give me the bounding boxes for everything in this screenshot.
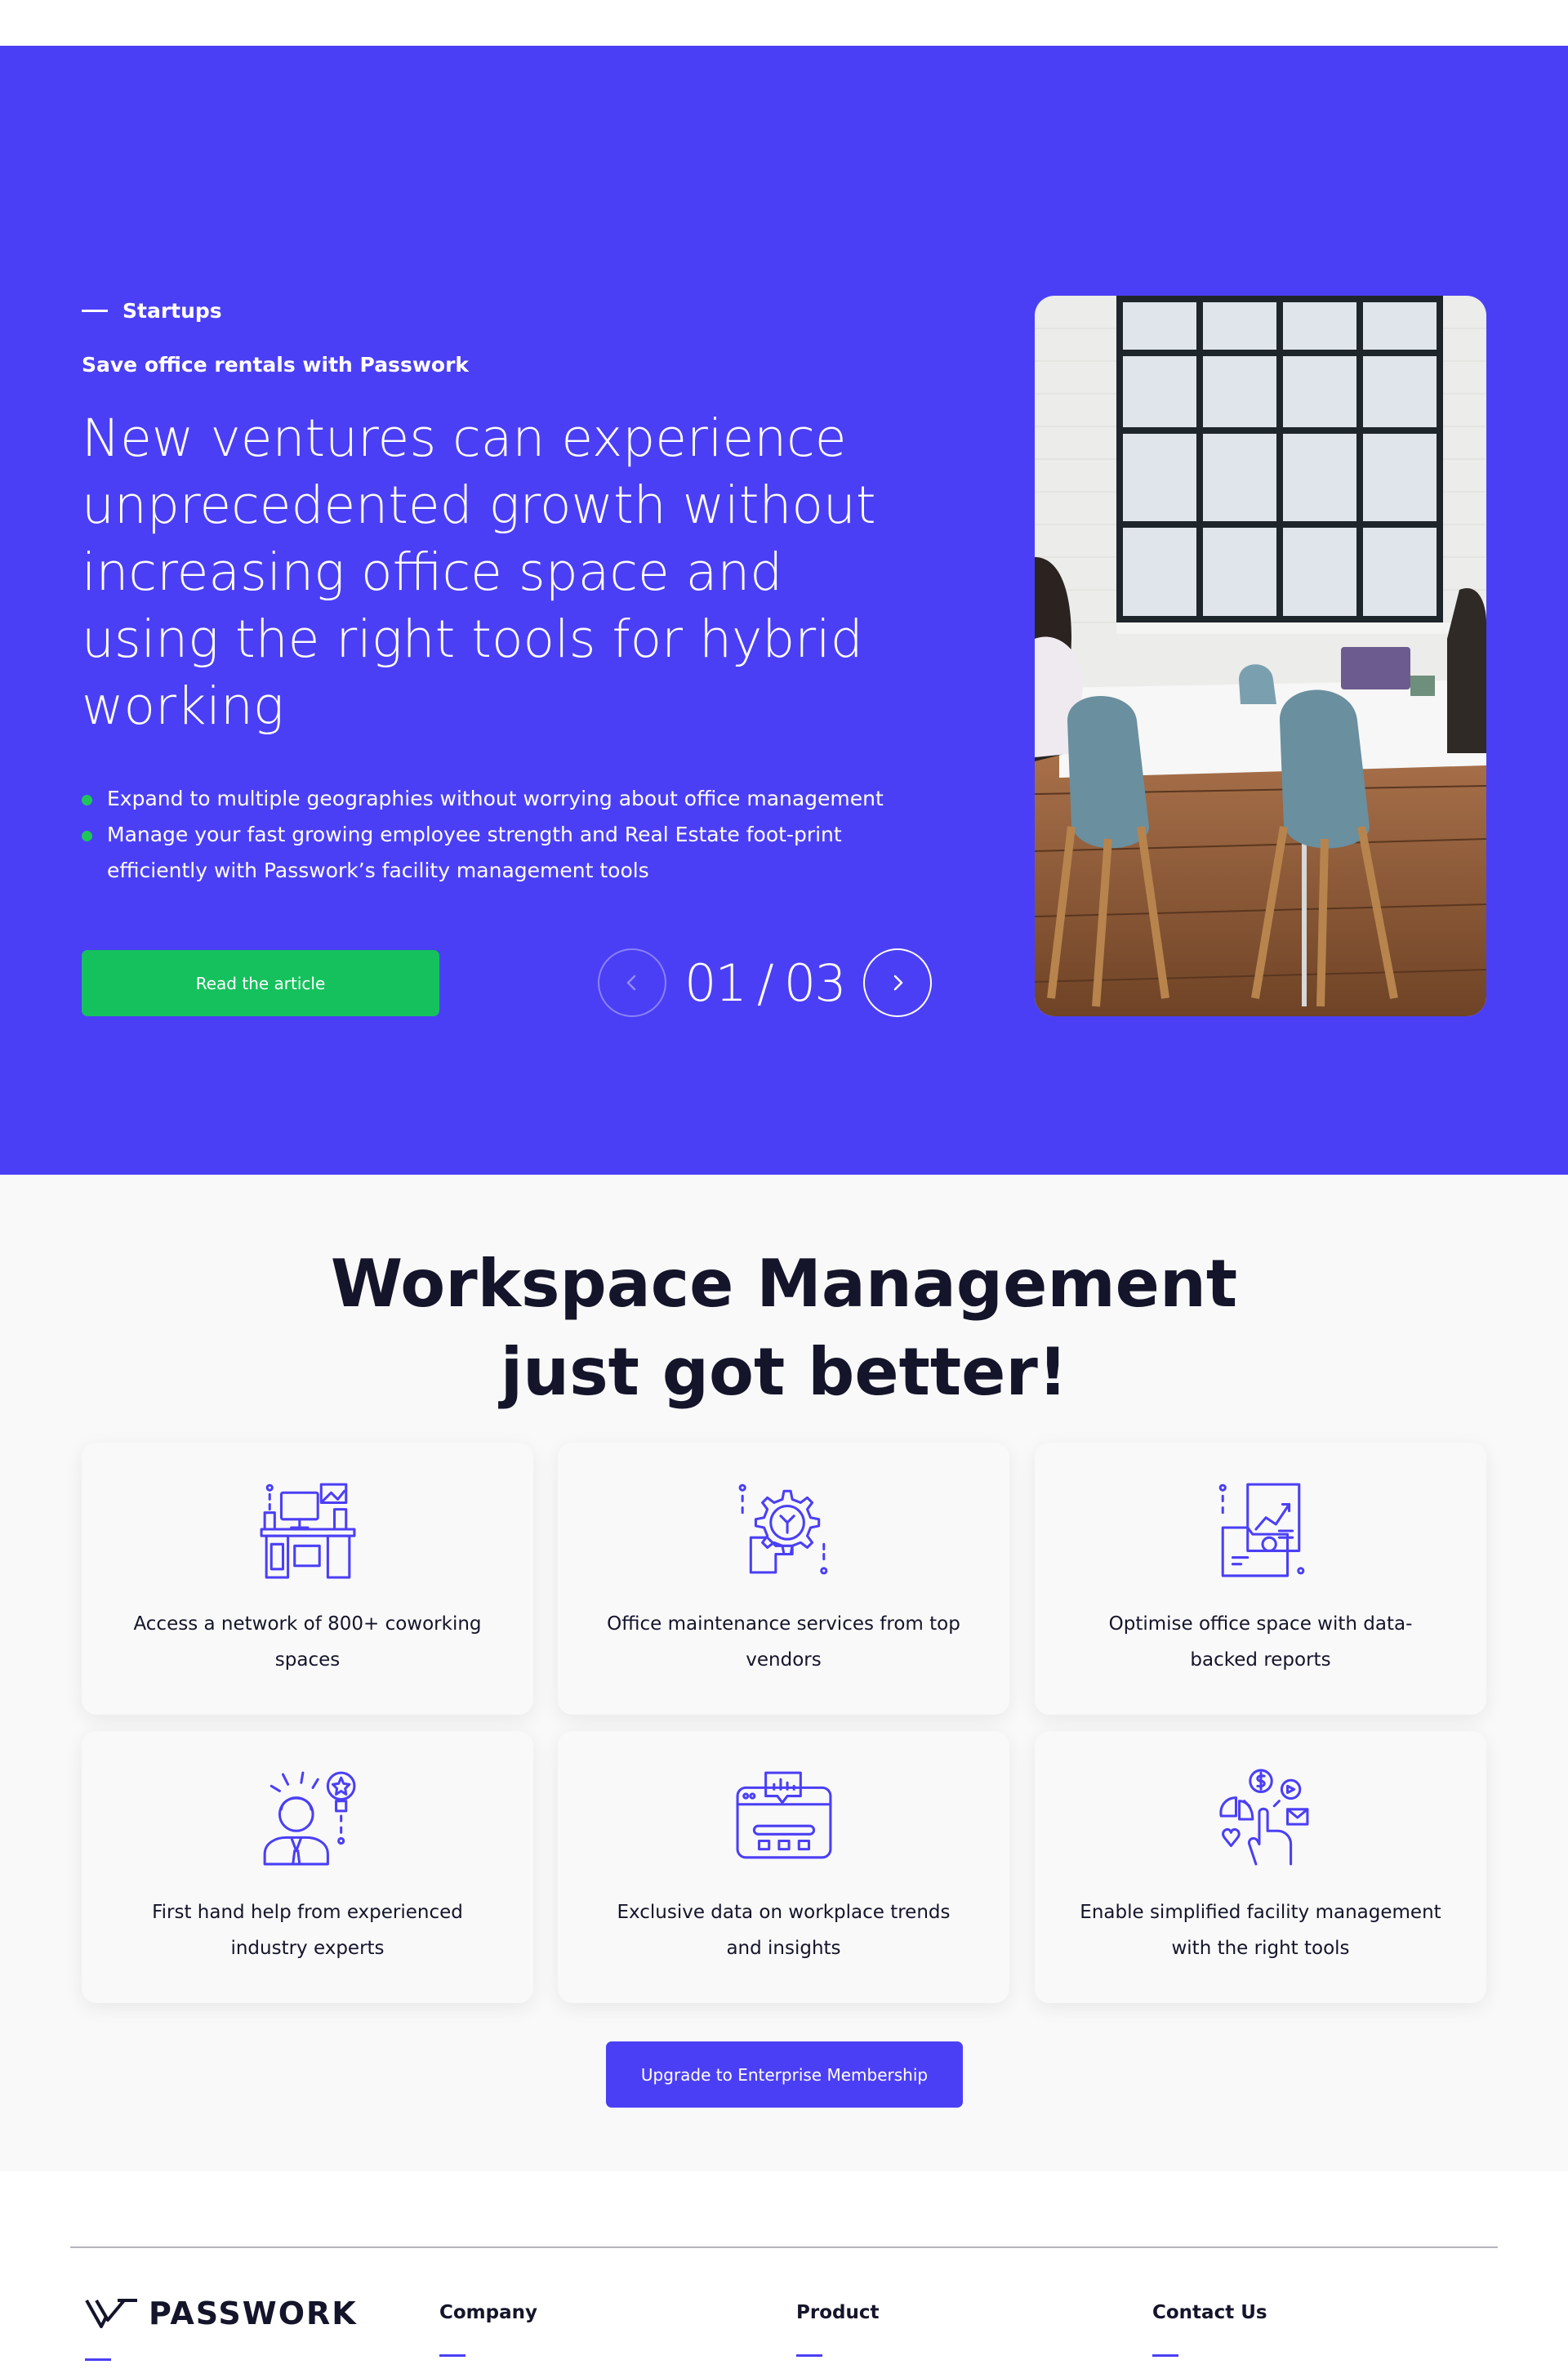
feature-card-text: Optimise office space with data-backed r…	[1108, 1613, 1413, 1671]
tag-dash	[82, 310, 108, 312]
features-title-line: Workspace Management	[330, 1246, 1238, 1322]
hero-bullet-text: Expand to multiple geographies without w…	[107, 787, 884, 810]
hero-headline: New ventures can experience unprecedente…	[82, 408, 876, 736]
footer-column-product: Product	[796, 2302, 879, 2357]
hero-bullet-text: Manage your fast growing employee streng…	[107, 823, 842, 882]
top-strip	[0, 0, 1568, 46]
bullet-dot	[82, 831, 92, 841]
next-slide-button[interactable]	[862, 948, 932, 1017]
footer-divider	[70, 2246, 1498, 2248]
slide-pager: 01 / 03	[598, 948, 932, 1017]
features-title-line: just got better!	[500, 1334, 1068, 1410]
footer: PASSWORK Company Product Contact Us	[0, 2171, 1568, 2378]
office-photo	[1035, 296, 1486, 1016]
feature-card: First hand help from experienced industr…	[82, 1731, 533, 2003]
brand-name: PASSWORK	[149, 2295, 358, 2331]
feature-card-text: First hand help from experienced industr…	[152, 1902, 463, 1959]
slide-counter: 01 / 03	[684, 953, 847, 1013]
slide-separator: /	[756, 953, 774, 1013]
workstation-desk-icon	[260, 1483, 356, 1579]
maintenance-gear-icon	[738, 1483, 828, 1575]
prev-slide-button[interactable]	[598, 948, 666, 1017]
hero-tag: Startups	[82, 299, 222, 323]
hero-bullet: Manage your fast growing employee streng…	[82, 817, 906, 889]
brand-underline	[85, 2358, 111, 2361]
footer-column-company: Company	[439, 2302, 537, 2357]
footer-column-underline	[439, 2354, 466, 2357]
feature-card: Exclusive data on workplace trends and i…	[558, 1731, 1009, 2003]
feature-card-text: Exclusive data on workplace trends and i…	[617, 1902, 951, 1959]
footer-column-title[interactable]: Contact Us	[1152, 2302, 1267, 2323]
passwork-logo-icon	[85, 2299, 137, 2328]
footer-column-underline	[1152, 2354, 1178, 2357]
feature-card: Access a network of 800+ coworking space…	[82, 1443, 533, 1715]
footer-column-title[interactable]: Company	[439, 2302, 537, 2323]
facility-tools-icon	[1219, 1769, 1309, 1866]
report-folder-chart-icon	[1218, 1483, 1305, 1577]
read-article-button[interactable]: Read the article	[82, 950, 439, 1016]
feature-card-text: Access a network of 800+ coworking space…	[133, 1613, 482, 1671]
hero-section: Startups Save office rentals with Passwo…	[0, 46, 1568, 1175]
dashboard-insights-icon	[736, 1771, 832, 1859]
hero-bullet-list: Expand to multiple geographies without w…	[82, 781, 906, 889]
bullet-dot	[82, 795, 92, 805]
slide-current: 01	[684, 953, 747, 1013]
feature-card: Office maintenance services from top ven…	[558, 1443, 1009, 1715]
footer-column-title[interactable]: Product	[796, 2302, 879, 2323]
upgrade-membership-button[interactable]: Upgrade to Enterprise Membership	[606, 2041, 963, 2108]
feature-card: Enable simplified facility management wi…	[1035, 1731, 1486, 2003]
footer-column-underline	[796, 2354, 822, 2357]
chevron-right-icon	[893, 975, 902, 991]
feature-card-text: Office maintenance services from top ven…	[607, 1613, 960, 1671]
slide-total: 03	[783, 953, 847, 1013]
feature-card: Optimise office space with data-backed r…	[1035, 1443, 1486, 1715]
hero-bullet: Expand to multiple geographies without w…	[82, 781, 906, 817]
feature-card-text: Enable simplified facility management wi…	[1080, 1902, 1441, 1959]
features-title: Workspace Management just got better!	[0, 1240, 1568, 1417]
expert-lightbulb-icon	[263, 1771, 356, 1866]
footer-column-contact: Contact Us	[1152, 2302, 1267, 2357]
brand-logo[interactable]: PASSWORK	[85, 2295, 358, 2331]
features-section: Workspace Management just got better! Ac…	[0, 1175, 1568, 2171]
chevron-left-icon	[626, 975, 636, 991]
hero-tag-label: Startups	[122, 299, 222, 323]
hero-subtitle: Save office rentals with Passwork	[82, 353, 470, 377]
